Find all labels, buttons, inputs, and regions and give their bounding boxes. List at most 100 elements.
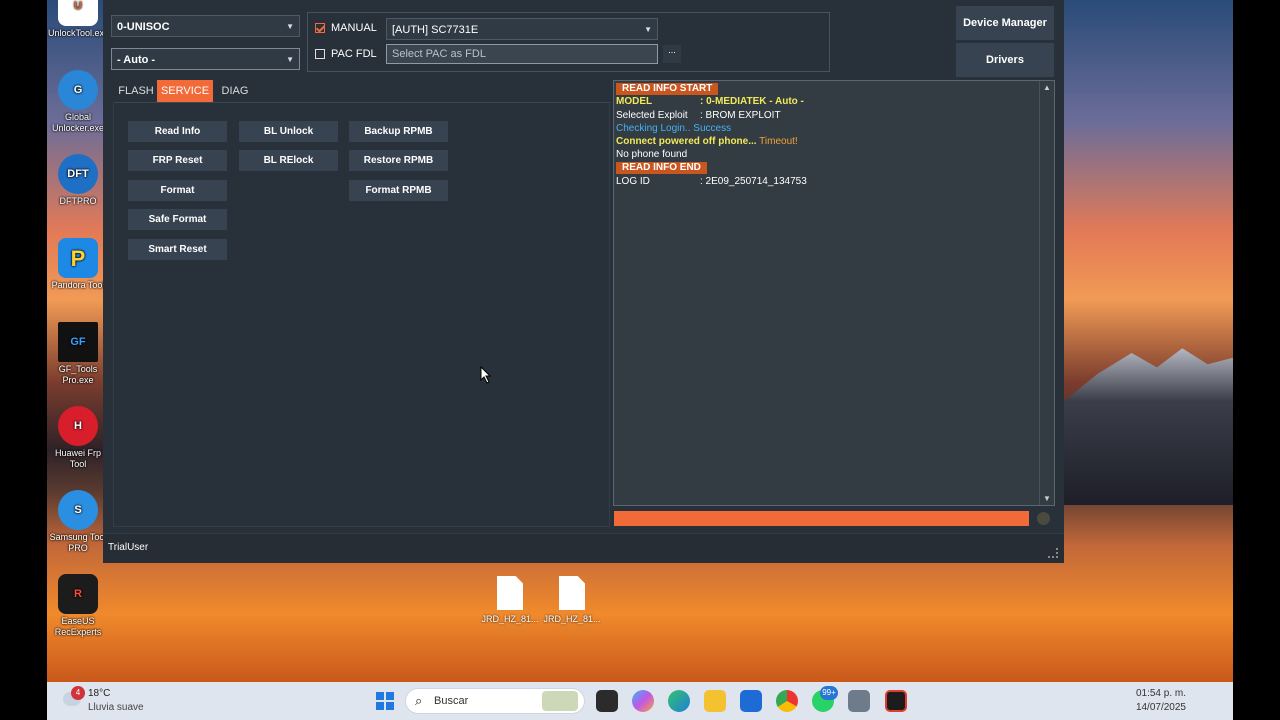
log-no-phone-line: No phone found xyxy=(616,149,688,160)
desktop-icon-huawei-frp[interactable]: H Huawei Frp Tool xyxy=(48,406,108,470)
pac-fdl-label: PAC FDL xyxy=(331,48,377,60)
recorder-icon: R xyxy=(58,574,98,614)
manual-label: MANUAL xyxy=(331,22,377,34)
auth-select[interactable]: [AUTH] SC7731E ▼ xyxy=(386,18,658,40)
progress-bar xyxy=(614,511,1029,526)
huawei-icon: H xyxy=(58,406,98,446)
mode-select[interactable]: - Auto - ▼ xyxy=(111,48,300,70)
gf-tools-icon: GF xyxy=(58,322,98,362)
desktop-file[interactable]: JRD_HZ_81... xyxy=(475,576,545,624)
platform-select[interactable]: 0-UNISOC ▼ xyxy=(111,15,300,37)
safe-format-button[interactable]: Safe Format xyxy=(128,209,227,230)
log-end-header: READ INFO END xyxy=(616,162,707,174)
desktop-icon-pandora[interactable]: P Pandora Tool xyxy=(48,238,108,291)
desktop-icon-label: Samsung Tool PRO xyxy=(49,532,107,553)
chrome-icon[interactable] xyxy=(776,690,798,712)
restore-rpmb-button[interactable]: Restore RPMB xyxy=(349,150,448,171)
wallpaper-mountain xyxy=(1064,348,1233,505)
desktop-icon-unlocktool[interactable]: U UnlockTool.exe xyxy=(48,0,110,39)
frp-reset-button[interactable]: FRP Reset xyxy=(128,150,227,171)
file-label: JRD_HZ_81... xyxy=(481,614,539,624)
device-manager-button[interactable]: Device Manager xyxy=(956,6,1054,40)
clock-time[interactable]: 01:54 p. m. xyxy=(1136,688,1186,699)
log-id-line: LOG ID: 2E09_250714_134753 xyxy=(616,176,807,187)
drivers-button[interactable]: Drivers xyxy=(956,43,1054,77)
format-button[interactable]: Format xyxy=(128,180,227,201)
weather-badge: 4 xyxy=(71,686,85,700)
desktop-icon-label: Pandora Tool xyxy=(51,280,105,290)
manual-checkbox[interactable] xyxy=(315,23,325,33)
desktop-icon-global-unlocker[interactable]: G Global Unlocker.exe xyxy=(48,70,108,134)
pac-file-input[interactable]: Select PAC as FDL xyxy=(386,44,658,64)
clock-date[interactable]: 14/07/2025 xyxy=(1136,702,1186,713)
desktop-icon-gf-tools[interactable]: GF GF_Tools Pro.exe xyxy=(48,322,108,386)
tab-flash[interactable]: FLASH xyxy=(113,80,159,102)
log-start-header: READ INFO START xyxy=(616,83,719,95)
bl-relock-button[interactable]: BL RElock xyxy=(239,150,338,171)
recorder-taskbar-icon[interactable] xyxy=(885,690,907,712)
dftpro-icon: DFT xyxy=(58,154,98,194)
pandora-icon: P xyxy=(58,238,98,278)
pac-file-placeholder: Select PAC as FDL xyxy=(392,48,486,60)
resize-grip-icon[interactable] xyxy=(1048,548,1058,558)
chevron-down-icon: ▼ xyxy=(286,55,294,64)
browse-pac-button[interactable]: ... xyxy=(663,45,681,63)
status-user: TrialUser xyxy=(108,542,149,553)
desktop-icon-dftpro[interactable]: DFT DFTPRO xyxy=(48,154,108,207)
pac-fdl-checkbox[interactable] xyxy=(315,49,325,59)
desktop-icon-label: Huawei Frp Tool xyxy=(54,448,101,469)
desktop-icon-samsung-tool[interactable]: S Samsung Tool PRO xyxy=(48,490,108,554)
log-scrollbar[interactable]: ▲ ▼ xyxy=(1039,81,1054,505)
search-icon: ⌕ xyxy=(415,693,423,708)
edge-icon[interactable] xyxy=(668,690,690,712)
weather-desc[interactable]: Lluvia suave xyxy=(88,702,144,713)
platform-select-value: 0-UNISOC xyxy=(117,21,170,33)
file-icon xyxy=(559,576,585,610)
smart-reset-button[interactable]: Smart Reset xyxy=(128,239,227,260)
chevron-down-icon: ▼ xyxy=(286,22,294,31)
log-panel[interactable]: READ INFO START MODEL: 0-MEDIATEK - Auto… xyxy=(613,80,1055,506)
tab-service[interactable]: SERVICE xyxy=(157,80,213,102)
taskbar-search[interactable]: ⌕ Buscar xyxy=(405,688,585,714)
backup-rpmb-button[interactable]: Backup RPMB xyxy=(349,121,448,142)
whatsapp-badge: 99+ xyxy=(820,686,838,700)
log-connect-line: Connect powered off phone... Timeout! xyxy=(616,136,798,147)
unlocktool-icon: U xyxy=(58,0,98,26)
read-info-button[interactable]: Read Info xyxy=(128,121,227,142)
desktop-icon-label: EaseUS RecExperts xyxy=(54,616,102,637)
task-view-icon[interactable] xyxy=(596,690,618,712)
log-checking-line: Checking Login.. Success xyxy=(616,123,732,134)
log-model-line: MODEL: 0-MEDIATEK - Auto - xyxy=(616,96,804,107)
letterbox-right xyxy=(1233,0,1280,720)
search-highlight-icon xyxy=(542,691,578,711)
desktop-file[interactable]: JRD_HZ_81... xyxy=(537,576,607,624)
global-unlocker-icon: G xyxy=(58,70,98,110)
log-exploit-line: Selected Exploit: BROM EXPLOIT xyxy=(616,110,781,121)
windows-start-icon[interactable] xyxy=(376,692,394,710)
format-rpmb-button[interactable]: Format RPMB xyxy=(349,180,448,201)
tab-bar: FLASH SERVICE DIAG xyxy=(113,80,611,103)
search-placeholder: Buscar xyxy=(434,695,469,707)
letterbox-left xyxy=(0,0,47,720)
app-window: 0-UNISOC ▼ - Auto - ▼ MANUAL [AUTH] SC77… xyxy=(103,0,1064,563)
desktop-icon-easeus[interactable]: R EaseUS RecExperts xyxy=(48,574,108,638)
taskbar: 4 18°C Lluvia suave ⌕ Buscar 99+ 01:54 p… xyxy=(47,682,1233,720)
tab-diag[interactable]: DIAG xyxy=(215,80,255,102)
bl-unlock-button[interactable]: BL Unlock xyxy=(239,121,338,142)
status-bar: TrialUser xyxy=(103,533,1064,563)
desktop-icon-label: GF_Tools Pro.exe xyxy=(58,364,98,385)
mouse-cursor-icon xyxy=(480,366,492,384)
scroll-down-icon[interactable]: ▼ xyxy=(1043,494,1051,503)
tool-app-icon[interactable] xyxy=(848,690,870,712)
weather-temp[interactable]: 18°C xyxy=(88,688,110,699)
mode-select-value: - Auto - xyxy=(117,54,156,66)
file-label: JRD_HZ_81... xyxy=(543,614,601,624)
paw-icon[interactable] xyxy=(1037,512,1050,525)
desktop-icon-label: DFTPRO xyxy=(59,196,97,206)
folder-icon[interactable] xyxy=(704,690,726,712)
scroll-up-icon[interactable]: ▲ xyxy=(1043,83,1051,92)
desktop-icon-label: UnlockTool.exe xyxy=(48,28,110,38)
desktop-icon-label: Global Unlocker.exe xyxy=(51,112,105,133)
store-icon[interactable] xyxy=(740,690,762,712)
copilot-icon[interactable] xyxy=(632,690,654,712)
